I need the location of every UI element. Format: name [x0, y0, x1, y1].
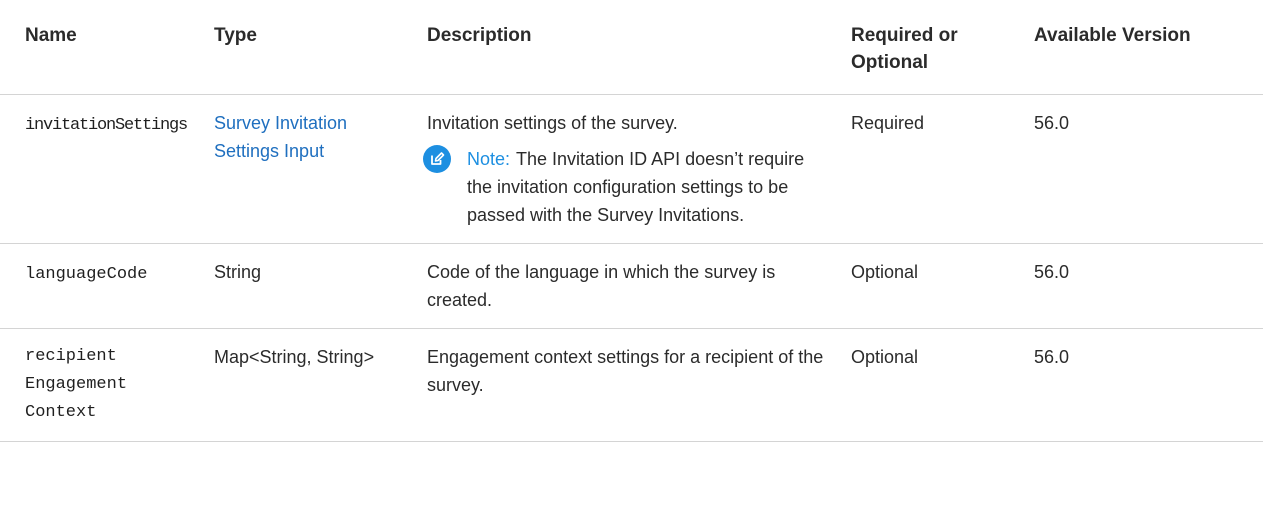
- field-name-line: recipient: [25, 347, 117, 366]
- row-recipient-version: 56.0: [1024, 328, 1263, 442]
- field-name-line: Context: [25, 403, 97, 422]
- field-name: languageCode: [25, 265, 148, 284]
- row-invitation-required: Required: [841, 94, 1024, 244]
- field-name: invitationSettings: [25, 116, 188, 135]
- row-invitation-description: Invitation settings of the survey. Note:…: [417, 94, 841, 244]
- field-description: Invitation settings of the survey.: [427, 113, 678, 133]
- row-language-name: languageCode: [0, 243, 204, 329]
- table-row: languageCode String Code of the language…: [0, 243, 1263, 329]
- row-invitation-name: invitationSettings: [0, 94, 204, 244]
- table-row: recipient Engagement Context Map<String,…: [0, 328, 1263, 442]
- row-recipient-description: Engagement context settings for a recipi…: [417, 328, 841, 442]
- row-recipient-type: Map<String, String>: [204, 328, 417, 442]
- note-body: Note: The Invitation ID API doesn’t requi…: [467, 145, 831, 229]
- survey-invitation-settings-input-link[interactable]: Survey Invitation Settings Input: [214, 113, 347, 161]
- table-header-row: Name Type Description Required or Option…: [0, 0, 1263, 95]
- header-name: Name: [0, 0, 204, 95]
- row-recipient-required: Optional: [841, 328, 1024, 442]
- note-text: The Invitation ID API doesn’t require th…: [467, 149, 805, 225]
- header-type: Type: [204, 0, 417, 95]
- properties-table: Name Type Description Required or Option…: [0, 0, 1263, 442]
- row-language-description: Code of the language in which the survey…: [417, 243, 841, 329]
- note-callout: Note: The Invitation ID API doesn’t requi…: [423, 145, 831, 229]
- header-version: Available Version: [1024, 0, 1263, 95]
- header-description: Description: [417, 0, 841, 95]
- field-name-line: Engagement: [25, 375, 128, 394]
- edit-note-icon: [423, 145, 451, 173]
- row-language-required: Optional: [841, 243, 1024, 329]
- row-recipient-name: recipient Engagement Context: [0, 328, 204, 442]
- row-invitation-type: Survey Invitation Settings Input: [204, 94, 417, 244]
- row-language-version: 56.0: [1024, 243, 1263, 329]
- row-language-type: String: [204, 243, 417, 329]
- table-row: invitationSettings Survey Invitation Set…: [0, 94, 1263, 244]
- note-label: Note:: [467, 149, 511, 169]
- row-invitation-version: 56.0: [1024, 94, 1263, 244]
- header-required: Required or Optional: [841, 0, 1024, 95]
